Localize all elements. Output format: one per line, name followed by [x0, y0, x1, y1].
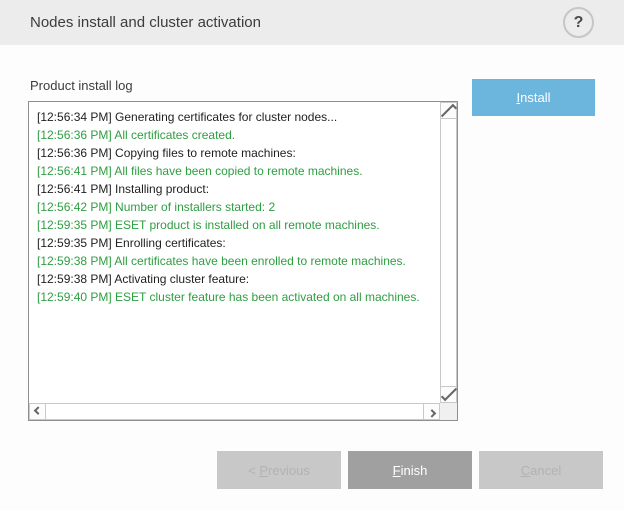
scroll-down-button[interactable]	[440, 386, 457, 403]
cancel-button-label: C	[521, 463, 530, 478]
vertical-scrollbar[interactable]	[440, 102, 457, 403]
question-mark-icon: ?	[574, 14, 584, 32]
log-line: [12:59:40 PM] ESET cluster feature has b…	[37, 288, 436, 306]
previous-button-label: P	[259, 463, 268, 478]
log-line: [12:56:36 PM] All certificates created.	[37, 126, 436, 144]
previous-button: < Previous	[217, 451, 341, 489]
vertical-scrollbar-track[interactable]	[440, 118, 457, 387]
log-label: Product install log	[30, 78, 133, 93]
chevron-left-icon	[33, 406, 41, 414]
cancel-button: Cancel	[479, 451, 603, 489]
log-line: [12:56:41 PM] All files have been copied…	[37, 162, 436, 180]
finish-button-label: F	[393, 463, 401, 478]
dialog-header: Nodes install and cluster activation ?	[0, 0, 624, 45]
log-line: [12:59:38 PM] Activating cluster feature…	[37, 270, 436, 288]
log-line: [12:59:35 PM] ESET product is installed …	[37, 216, 436, 234]
chevron-down-icon	[440, 385, 456, 401]
page-title: Nodes install and cluster activation	[30, 14, 261, 31]
install-button[interactable]: Install	[472, 79, 595, 116]
log-line: [12:59:38 PM] All certificates have been…	[37, 252, 436, 270]
horizontal-scrollbar[interactable]	[29, 403, 440, 420]
chevron-right-icon	[427, 409, 435, 417]
horizontal-scrollbar-track[interactable]	[45, 403, 424, 420]
install-log-box: [12:56:34 PM] Generating certificates fo…	[28, 101, 458, 421]
wizard-dialog: Nodes install and cluster activation ? P…	[0, 0, 624, 511]
scrollbar-corner	[440, 403, 457, 420]
log-line: [12:56:36 PM] Copying files to remote ma…	[37, 144, 436, 162]
scroll-up-button[interactable]	[440, 102, 457, 119]
finish-button[interactable]: Finish	[348, 451, 472, 489]
log-line: [12:56:42 PM] Number of installers start…	[37, 198, 436, 216]
log-line: [12:59:35 PM] Enrolling certificates:	[37, 234, 436, 252]
log-line: [12:56:34 PM] Generating certificates fo…	[37, 108, 436, 126]
help-button[interactable]: ?	[563, 7, 594, 38]
log-content: [12:56:34 PM] Generating certificates fo…	[29, 102, 440, 403]
scroll-left-button[interactable]	[29, 403, 46, 420]
scroll-right-button[interactable]	[423, 403, 440, 420]
log-line: [12:56:41 PM] Installing product:	[37, 180, 436, 198]
